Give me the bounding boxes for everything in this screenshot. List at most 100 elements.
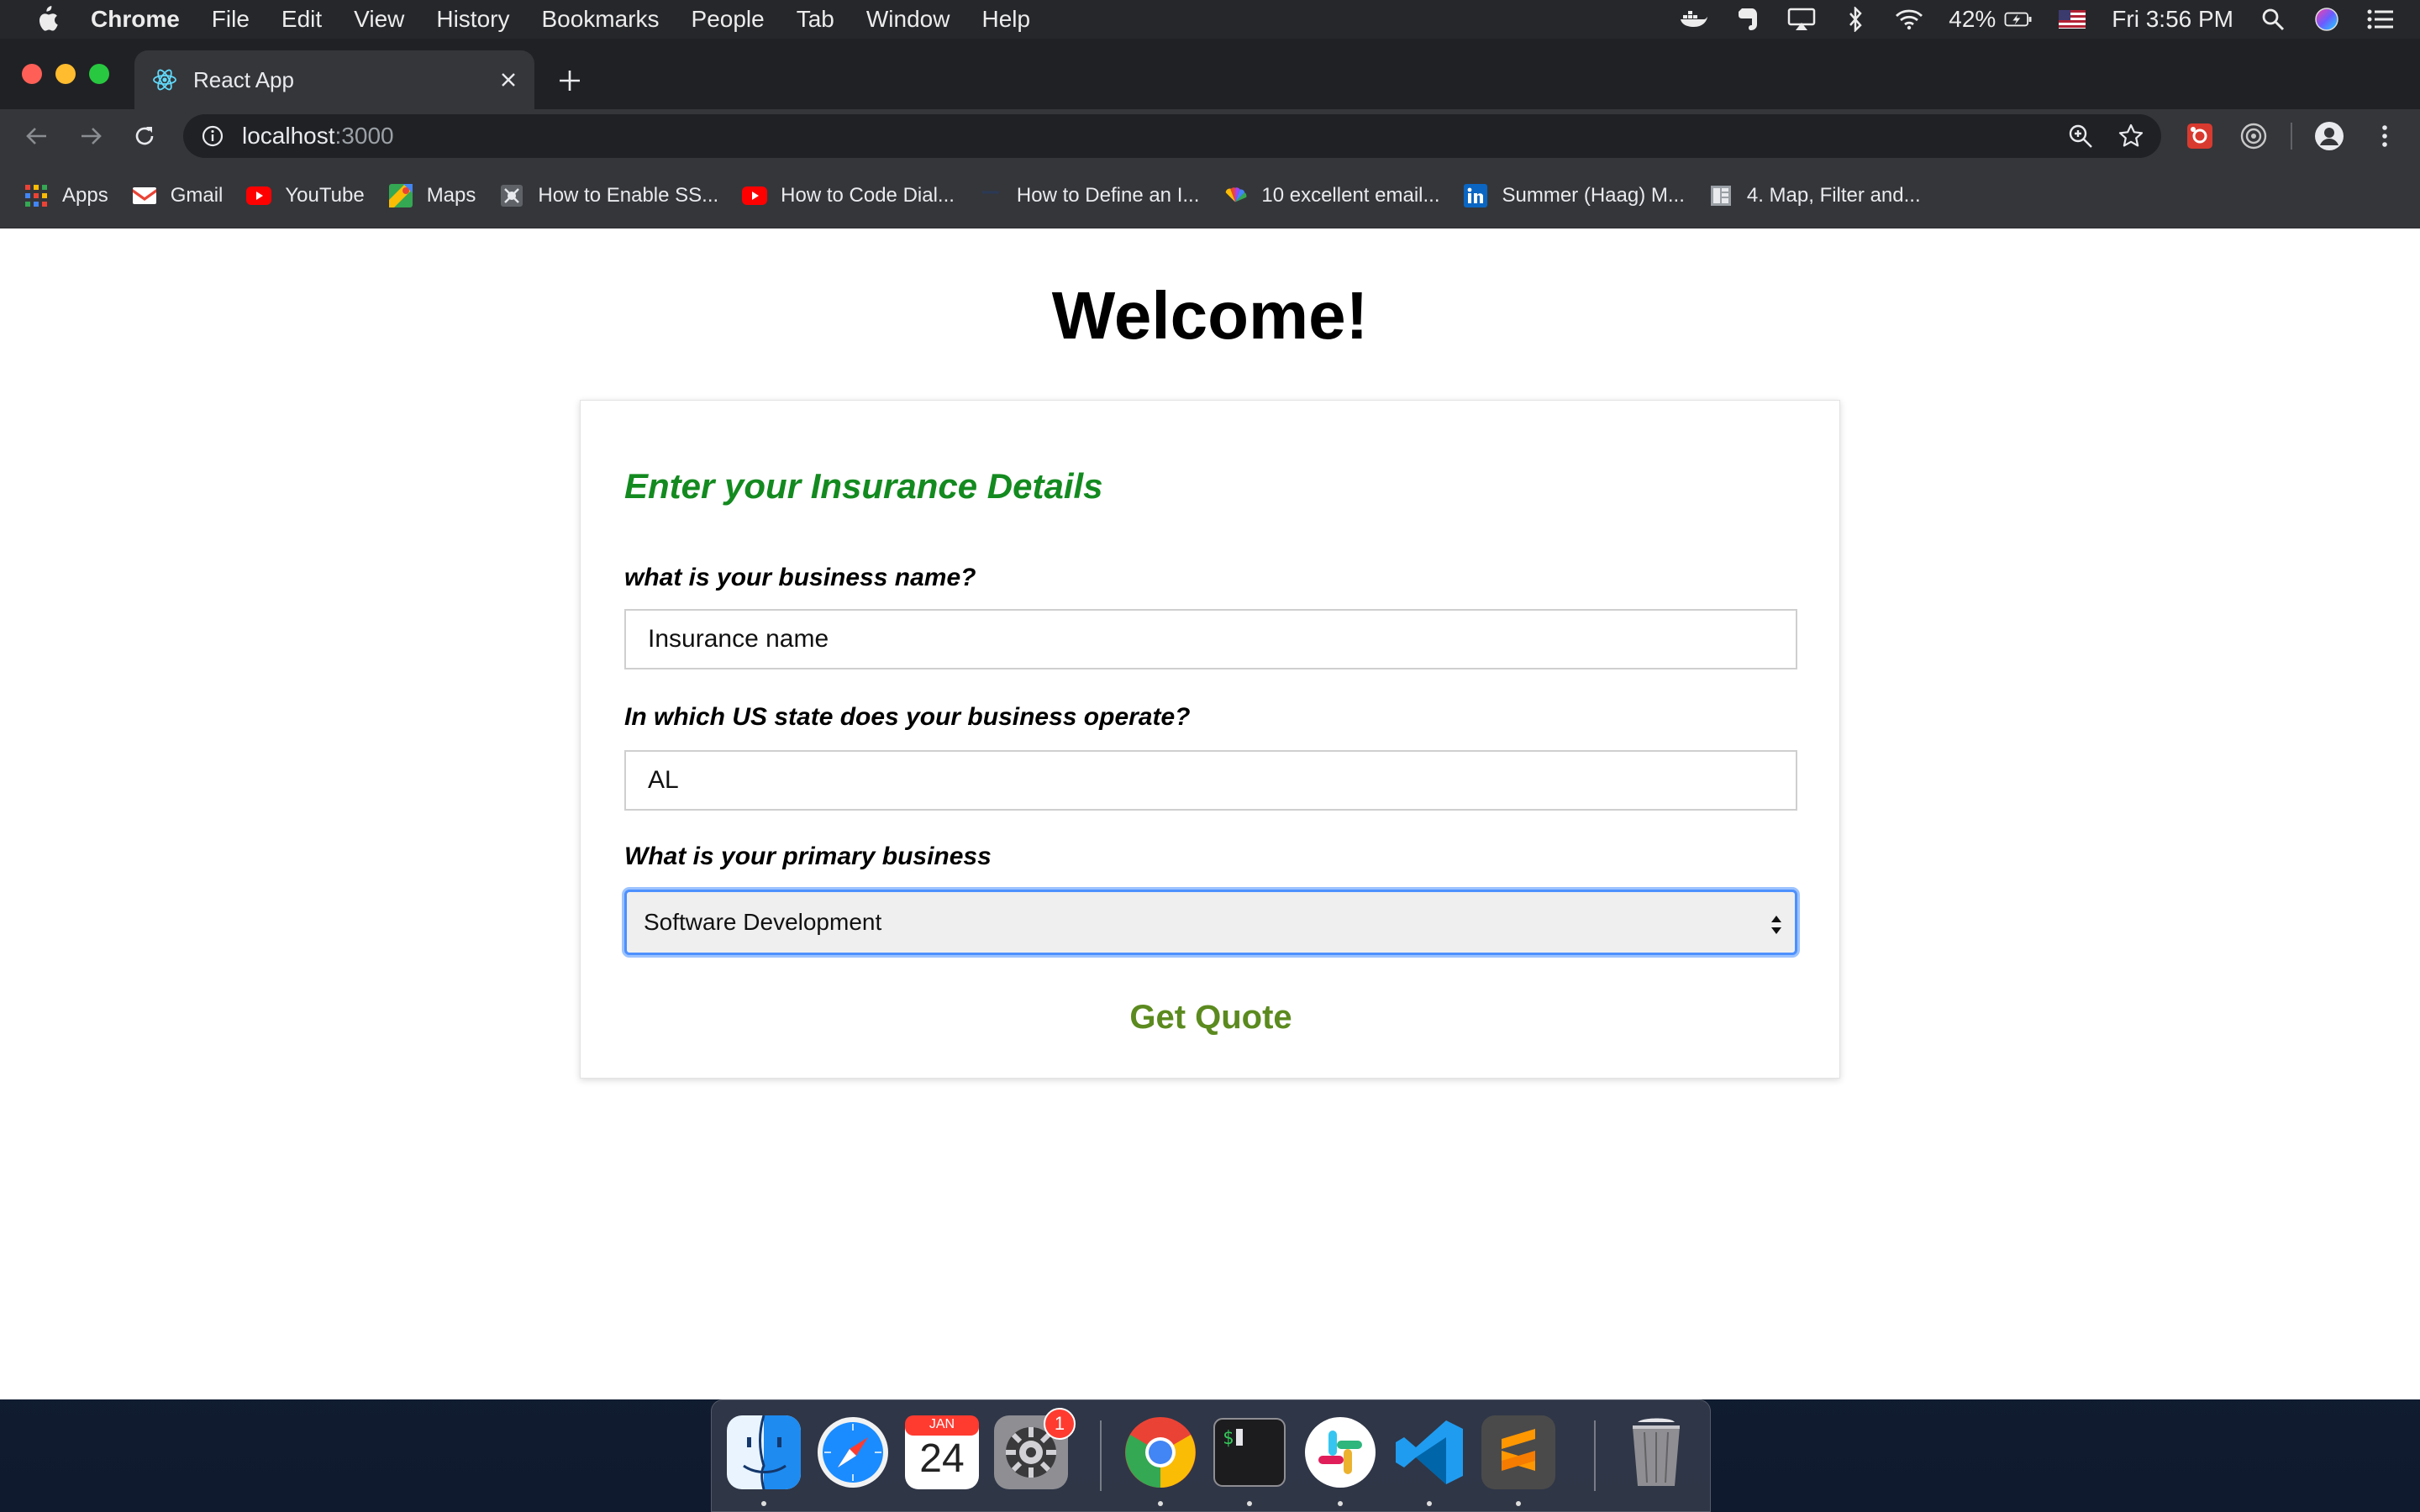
- menu-history[interactable]: History: [436, 6, 509, 33]
- chrome-menu-icon[interactable]: [2370, 121, 2400, 151]
- terminal-icon[interactable]: $: [1213, 1415, 1286, 1489]
- page-title: Welcome!: [1051, 278, 1369, 353]
- bluetooth-icon[interactable]: [1841, 7, 1870, 32]
- dock-separator: [1594, 1420, 1596, 1491]
- nbc-icon: [1223, 183, 1248, 208]
- bookmark-maps[interactable]: Maps: [388, 183, 476, 208]
- bookmark-map-filter[interactable]: 4. Map, Filter and...: [1708, 183, 1921, 208]
- notification-center-icon[interactable]: [2366, 7, 2395, 32]
- notification-badge: 1: [1044, 1408, 1076, 1440]
- url-text: localhost:3000: [242, 123, 394, 150]
- tab-close-icon[interactable]: [496, 67, 521, 92]
- browser-toolbar: localhost:3000: [0, 109, 2420, 163]
- menu-edit[interactable]: Edit: [281, 6, 322, 33]
- menu-window[interactable]: Window: [866, 6, 950, 33]
- bookmark-label: How to Enable SS...: [538, 183, 719, 207]
- bookmark-label: Summer (Haag) M...: [1502, 183, 1685, 207]
- gmail-icon: [132, 183, 157, 208]
- forward-arrow-icon[interactable]: [76, 121, 106, 151]
- menu-file[interactable]: File: [212, 6, 250, 33]
- running-indicator: [1516, 1501, 1521, 1506]
- running-indicator: [761, 1501, 766, 1506]
- menu-app-chrome[interactable]: Chrome: [91, 6, 180, 33]
- menu-tab[interactable]: Tab: [797, 6, 834, 33]
- airplay-icon[interactable]: [1787, 7, 1816, 32]
- window-close-button[interactable]: [22, 64, 42, 84]
- dock-separator: [1100, 1420, 1102, 1491]
- business-name-input[interactable]: Insurance name: [624, 609, 1797, 669]
- battery-percent: 42%: [1949, 6, 1996, 32]
- extension-icon[interactable]: [2185, 121, 2215, 151]
- back-arrow-icon[interactable]: [22, 121, 52, 151]
- calendar-icon[interactable]: JAN 24: [905, 1415, 979, 1489]
- menu-people[interactable]: People: [692, 6, 765, 33]
- form-title: Enter your Insurance Details: [624, 466, 1103, 506]
- bookmark-enable-ssl[interactable]: How to Enable SS...: [499, 183, 718, 208]
- tab-strip: React App: [0, 39, 2420, 109]
- bookmark-summer-haag[interactable]: Summer (Haag) M...: [1463, 183, 1685, 208]
- spotlight-icon[interactable]: [2259, 7, 2287, 32]
- bookmark-label: YouTube: [285, 183, 365, 207]
- url-port: :3000: [334, 123, 394, 149]
- bookmark-label: How to Code Dial...: [781, 183, 955, 207]
- wifi-icon[interactable]: [1895, 7, 1923, 32]
- bookmark-star-icon[interactable]: [2118, 123, 2144, 150]
- menu-bar-status-area: 42% Fri 3:56 PM: [1680, 0, 2420, 39]
- visual-studio-code-icon[interactable]: [1392, 1415, 1466, 1489]
- reload-icon[interactable]: [129, 121, 160, 151]
- docker-icon[interactable]: [1680, 7, 1708, 32]
- bookmark-gmail[interactable]: Gmail: [132, 183, 223, 208]
- bookmark-code-dial[interactable]: How to Code Dial...: [742, 183, 955, 208]
- us-flag-icon[interactable]: [2058, 7, 2086, 32]
- document-icon: [1708, 183, 1733, 208]
- us-state-label: In which US state does your business ope…: [624, 703, 1191, 731]
- svg-text:$: $: [1223, 1428, 1234, 1449]
- site-info-icon[interactable]: [200, 123, 225, 149]
- apple-icon[interactable]: [34, 5, 59, 34]
- extension-target-icon[interactable]: [2238, 121, 2269, 151]
- site-icon: [499, 183, 524, 208]
- bookmark-label: How to Define an I...: [1016, 183, 1200, 207]
- slack-icon[interactable]: [1303, 1415, 1377, 1489]
- zoom-icon[interactable]: [2067, 123, 2094, 150]
- youtube-icon: [742, 183, 768, 208]
- chrome-window: React App localhost:3000 Apps Gmail YouT…: [0, 39, 2420, 1399]
- toolbar-divider: [2291, 123, 2292, 150]
- window-zoom-button[interactable]: [89, 64, 109, 84]
- menu-view[interactable]: View: [354, 6, 404, 33]
- window-minimize-button[interactable]: [55, 64, 76, 84]
- running-indicator: [1247, 1501, 1252, 1506]
- running-indicator: [1338, 1501, 1343, 1506]
- bookmark-youtube[interactable]: YouTube: [246, 183, 365, 208]
- us-state-input[interactable]: AL: [624, 750, 1797, 811]
- macos-menu-bar: Chrome File Edit View History Bookmarks …: [0, 0, 2420, 39]
- safari-icon[interactable]: [816, 1415, 890, 1489]
- primary-business-selected-value: Software Development: [644, 909, 882, 935]
- react-logo-icon: [151, 66, 178, 93]
- menu-help[interactable]: Help: [981, 6, 1030, 33]
- select-arrows-icon: [1770, 912, 1783, 937]
- menu-bar-clock[interactable]: Fri 3:56 PM: [2112, 6, 2233, 33]
- profile-avatar-icon[interactable]: [2314, 121, 2344, 151]
- address-bar[interactable]: localhost:3000: [183, 114, 2161, 158]
- running-indicator: [1427, 1501, 1432, 1506]
- bookmark-define-an[interactable]: How to Define an I...: [978, 183, 1199, 208]
- get-quote-button[interactable]: Get Quote: [581, 999, 1841, 1037]
- finder-icon[interactable]: [727, 1415, 801, 1490]
- youtube-icon: [246, 183, 272, 208]
- google-chrome-icon[interactable]: [1123, 1415, 1197, 1489]
- siri-icon[interactable]: [2312, 7, 2341, 32]
- tab-title: React App: [193, 66, 294, 92]
- bookmark-excellent-email[interactable]: 10 excellent email...: [1223, 183, 1439, 208]
- bookmark-apps[interactable]: Apps: [24, 183, 108, 208]
- new-tab-icon[interactable]: [555, 66, 585, 96]
- calendar-month: JAN: [929, 1417, 955, 1431]
- evernote-icon[interactable]: [1733, 7, 1762, 32]
- sublime-text-icon[interactable]: [1481, 1415, 1555, 1489]
- trash-icon[interactable]: [1619, 1415, 1693, 1489]
- primary-business-select[interactable]: Software Development: [624, 890, 1797, 955]
- battery-icon[interactable]: [2004, 7, 2033, 32]
- menu-bookmarks[interactable]: Bookmarks: [541, 6, 659, 33]
- tab-react-app[interactable]: React App: [134, 50, 534, 109]
- site-icon: [978, 183, 1003, 208]
